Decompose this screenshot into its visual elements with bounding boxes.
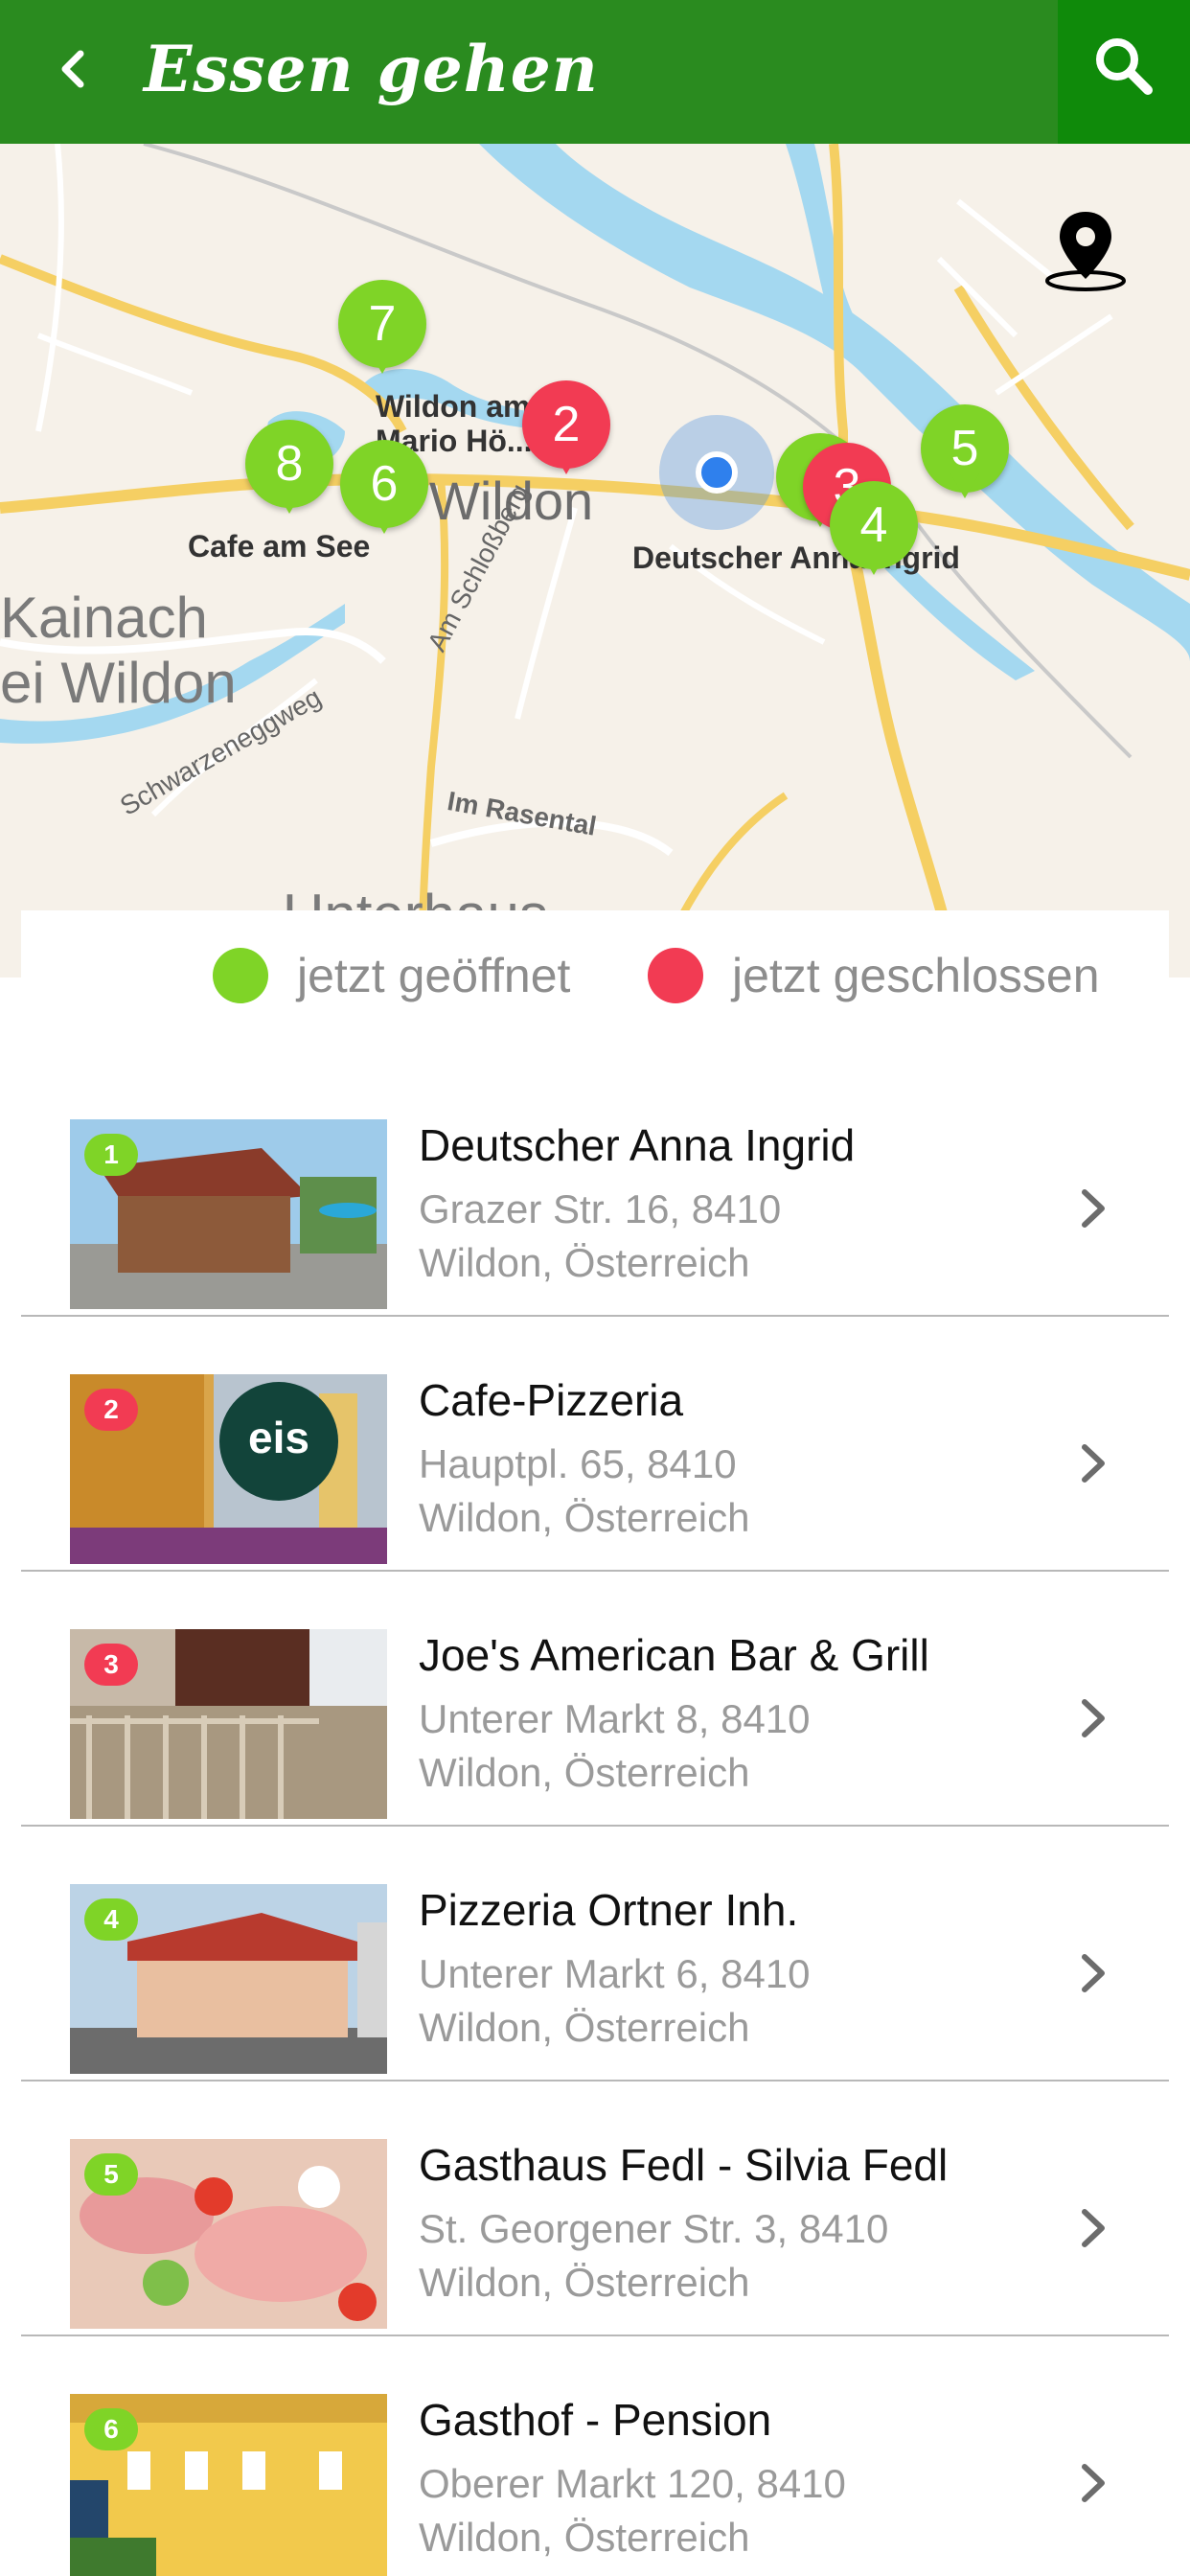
restaurant-photo: 6 [70,2394,387,2576]
map-view[interactable]: Wildon Kainach ei Wildon Cafe am See Wil… [0,144,1190,978]
legend-closed: jetzt geschlossen [648,947,1100,1004]
chevron-right-icon [1082,1189,1105,1228]
map-marker-8[interactable]: 8 [245,420,333,525]
chevron-right-icon [1082,1954,1105,1992]
restaurant-address: Unterer Markt 6, 8410 [419,1951,811,1996]
closed-dot-icon [648,948,703,1003]
legend-closed-label: jetzt geschlossen [732,949,1100,1002]
restaurant-name: Pizzeria Ortner Inh. [419,1885,799,1935]
map-marker-6[interactable]: 6 [340,440,428,545]
map-base [0,144,1190,978]
restaurant-city: Wildon, Österreich [419,2005,750,2050]
search-button[interactable] [1058,0,1190,144]
list-item-restaurant-1[interactable]: 1 Deutscher Anna Ingrid Grazer Str. 16, … [21,1062,1169,1317]
restaurant-photo: eis 2 [70,1374,387,1564]
restaurant-city: Wildon, Österreich [419,1240,750,1285]
map-legend: jetzt geöffnet jetzt geschlossen [21,910,1169,1025]
app-header: Essen gehen [0,0,1190,144]
status-badge: 2 [84,1389,138,1431]
user-location-dot [659,415,774,530]
restaurant-photo: 1 [70,1119,387,1309]
list-item-restaurant-3[interactable]: 3 Joe's American Bar & Grill Unterer Mar… [21,1572,1169,1827]
page-title: Essen gehen [144,32,599,106]
restaurant-name: Deutscher Anna Ingrid [419,1120,856,1170]
restaurant-address: Grazer Str. 16, 8410 [419,1186,782,1231]
restaurant-city: Wildon, Österreich [419,2260,750,2305]
restaurant-name: Gasthaus Fedl - Silvia Fedl [419,2140,949,2190]
restaurant-name: Joe's American Bar & Grill [419,1630,929,1680]
open-dot-icon [213,948,268,1003]
chevron-left-icon [61,50,84,88]
restaurant-address: Oberer Markt 120, 8410 [419,2461,846,2506]
map-marker-7[interactable]: 7 [338,280,426,385]
chevron-right-icon [1082,2209,1105,2247]
status-badge: 3 [84,1644,138,1686]
map-marker-2[interactable]: 2 [522,380,610,486]
chevron-right-icon [1082,1699,1105,1737]
legend-open-label: jetzt geöffnet [297,949,571,1002]
status-badge: 4 [84,1898,138,1941]
list-item-restaurant-2[interactable]: eis 2 Cafe-Pizzeria Hauptpl. 65, 8410 Wi… [21,1317,1169,1572]
search-icon [1096,38,1153,95]
restaurant-name: Cafe-Pizzeria [419,1375,684,1425]
chevron-right-icon [1082,1444,1105,1483]
status-badge: 1 [84,1134,138,1176]
back-button[interactable] [46,40,103,98]
map-marker-4[interactable]: 4 [830,481,918,586]
list-item-restaurant-5[interactable]: 5 Gasthaus Fedl - Silvia Fedl St. George… [21,2082,1169,2336]
map-label-bei-wildon: ei Wildon [0,651,237,715]
restaurant-address: St. Georgener Str. 3, 8410 [419,2206,889,2251]
restaurant-city: Wildon, Österreich [419,1495,750,1540]
location-pin-icon [1045,212,1126,291]
map-marker-5[interactable]: 5 [921,404,1009,510]
restaurant-address: Unterer Markt 8, 8410 [419,1696,811,1741]
svg-text:eis: eis [248,1413,309,1462]
restaurant-city: Wildon, Österreich [419,2515,750,2560]
restaurant-photo: 3 [70,1629,387,1819]
restaurant-city: Wildon, Österreich [419,1750,750,1795]
locate-me-button[interactable] [1042,206,1129,292]
restaurant-photo: 4 [70,1884,387,2074]
restaurant-address: Hauptpl. 65, 8410 [419,1441,737,1486]
restaurant-photo: 5 [70,2139,387,2329]
list-item-restaurant-6[interactable]: 6 Gasthof - Pension Oberer Markt 120, 84… [21,2336,1169,2576]
restaurant-name: Gasthof - Pension [419,2395,772,2445]
status-badge: 5 [84,2153,138,2196]
chevron-right-icon [1082,2464,1105,2502]
map-label-kainach: Kainach [0,586,208,650]
list-item-restaurant-4[interactable]: 4 Pizzeria Ortner Inh. Unterer Markt 6, … [21,1827,1169,2082]
status-badge: 6 [84,2408,138,2450]
legend-open: jetzt geöffnet [213,947,570,1004]
